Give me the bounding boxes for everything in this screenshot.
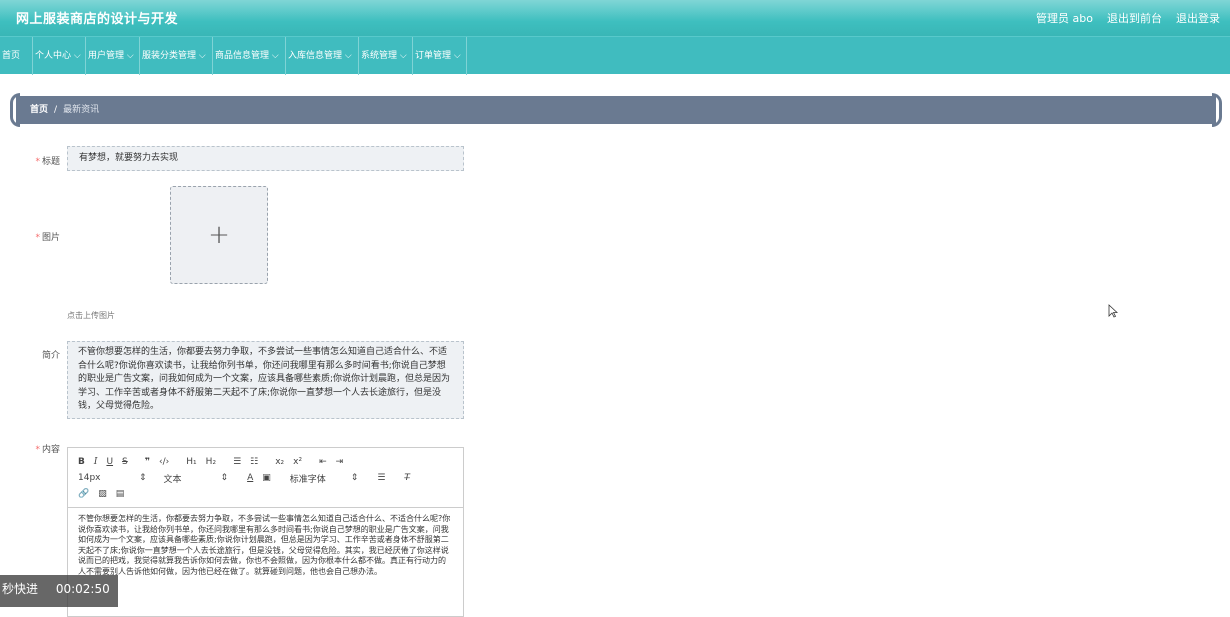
- font-size-select[interactable]: 14px: [78, 473, 130, 483]
- app-title: 网上服装商店的设计与开发: [16, 12, 179, 27]
- chevron-down-icon: ⌵: [399, 51, 407, 61]
- superscript-icon[interactable]: x²: [293, 457, 302, 467]
- required-mark: *: [35, 445, 40, 455]
- indent-icon[interactable]: ⇥: [336, 457, 344, 467]
- mouse-cursor-icon: [1108, 304, 1118, 318]
- image-icon[interactable]: ▨: [98, 489, 107, 499]
- nav-label: 商品信息管理: [215, 51, 270, 61]
- nav-product-management[interactable]: 商品信息管理 ⌵: [213, 37, 286, 75]
- nav-label: 用户管理: [88, 51, 125, 61]
- nav-label: 系统管理: [361, 51, 398, 61]
- editor-content[interactable]: 不管你想要怎样的生活，你都要去努力争取，不多尝试一些事情怎么知道自己适合什么、不…: [68, 508, 463, 584]
- user-label: 管理员 abo: [1036, 12, 1093, 25]
- rich-text-editor: B I U S ❞ ‹/› H₁ H₂ ☰ ☷ x₂ x² ⇤ ⇥ 14px ⇕…: [67, 447, 464, 617]
- breadcrumb-home[interactable]: 首页: [30, 105, 48, 115]
- playback-overlay: 秒快进 00:02:50: [0, 575, 118, 607]
- heading1-icon[interactable]: H₁: [186, 457, 196, 467]
- nav-home[interactable]: 首页: [0, 37, 33, 75]
- main-nav: 首页 个人中心 ⌵ 用户管理 ⌵ 服装分类管理 ⌵ 商品信息管理 ⌵ 入库信息管…: [0, 36, 1230, 75]
- breadcrumb-current: 最新资讯: [63, 105, 100, 115]
- nav-stock-management[interactable]: 入库信息管理 ⌵: [286, 37, 359, 75]
- code-icon[interactable]: ‹/›: [159, 457, 169, 467]
- font-family-value: 标准字体: [289, 474, 326, 485]
- back-to-frontend-link[interactable]: 退出到前台: [1107, 10, 1162, 26]
- nav-label: 服装分类管理: [142, 51, 197, 61]
- breadcrumb-bar: 首页 / 最新资讯: [16, 96, 1216, 124]
- nav-label: 个人中心: [35, 51, 72, 61]
- nav-category-management[interactable]: 服装分类管理 ⌵: [140, 37, 213, 75]
- title-label-text: 标题: [41, 157, 60, 167]
- top-header: 网上服装商店的设计与开发 管理员 abo 退出到前台 退出登录: [0, 0, 1230, 36]
- plus-icon: +: [208, 220, 230, 250]
- logout-link[interactable]: 退出登录: [1176, 10, 1220, 26]
- chevron-down-icon: ⌵: [73, 51, 81, 61]
- intro-textarea[interactable]: 不管你想要怎样的生活，你都要去努力争取，不多尝试一些事情怎么知道自己适合什么、不…: [67, 341, 464, 419]
- text-type-select[interactable]: 文本: [164, 472, 212, 485]
- fast-forward-label: 秒快进: [2, 582, 39, 596]
- italic-icon[interactable]: I: [94, 457, 98, 467]
- nav-user-management[interactable]: 用户管理 ⌵: [86, 37, 140, 75]
- nav-system-management[interactable]: 系统管理 ⌵: [359, 37, 413, 75]
- chevron-down-icon: ⌵: [271, 51, 279, 61]
- nav-label: 订单管理: [415, 51, 452, 61]
- font-size-value: 14px: [78, 473, 101, 483]
- image-label-text: 图片: [41, 233, 60, 243]
- background-color-icon[interactable]: ▣: [262, 473, 271, 483]
- breadcrumb: 首页 / 最新资讯: [10, 93, 1222, 127]
- content-label: * 内容: [20, 442, 60, 455]
- underline-icon[interactable]: U: [106, 457, 113, 467]
- title-input[interactable]: 有梦想，就要努力去实现: [67, 146, 464, 171]
- bullet-list-icon[interactable]: ☷: [250, 457, 258, 467]
- image-label: * 图片: [20, 230, 60, 243]
- upload-hint: 点击上传图片: [67, 311, 115, 320]
- editor-toolbar: B I U S ❞ ‹/› H₁ H₂ ☰ ☷ x₂ x² ⇤ ⇥ 14px ⇕…: [68, 448, 463, 508]
- required-mark: *: [35, 157, 40, 167]
- blockquote-icon[interactable]: ❞: [145, 457, 150, 467]
- title-label: * 标题: [20, 154, 60, 167]
- chevron-down-icon: ⌵: [453, 51, 461, 61]
- clear-format-icon[interactable]: T̶: [404, 473, 410, 483]
- chevron-updown-icon: ⇕: [220, 473, 229, 483]
- intro-label: 简介: [20, 348, 60, 361]
- required-mark: *: [35, 233, 40, 243]
- nav-home-label: 首页: [2, 51, 21, 61]
- chevron-updown-icon: ⇕: [139, 473, 147, 483]
- chevron-down-icon: ⌵: [344, 51, 352, 61]
- header-actions: 管理员 abo 退出到前台 退出登录: [1036, 10, 1220, 26]
- font-family-select[interactable]: 标准字体: [290, 472, 342, 485]
- nav-personal-center[interactable]: 个人中心 ⌵: [33, 37, 86, 75]
- image-upload-button[interactable]: +: [170, 186, 268, 284]
- heading2-icon[interactable]: H₂: [206, 457, 216, 467]
- nav-order-management[interactable]: 订单管理 ⌵: [413, 37, 467, 75]
- chevron-updown-icon: ⇕: [350, 473, 359, 483]
- chevron-down-icon: ⌵: [198, 51, 206, 61]
- strike-icon[interactable]: S: [122, 457, 128, 467]
- subscript-icon[interactable]: x₂: [275, 457, 284, 467]
- breadcrumb-separator: /: [54, 105, 58, 115]
- content-label-text: 内容: [41, 445, 60, 455]
- video-icon[interactable]: ▤: [116, 489, 125, 499]
- chevron-down-icon: ⌵: [126, 51, 134, 61]
- nav-label: 入库信息管理: [288, 51, 343, 61]
- link-icon[interactable]: 🔗: [78, 489, 89, 499]
- font-color-icon[interactable]: A: [247, 473, 253, 483]
- align-icon[interactable]: ☰: [377, 473, 385, 483]
- ordered-list-icon[interactable]: ☰: [233, 457, 241, 467]
- bold-icon[interactable]: B: [78, 457, 85, 467]
- outdent-icon[interactable]: ⇤: [319, 457, 327, 467]
- playback-time: 00:02:50: [55, 582, 110, 596]
- text-type-value: 文本: [163, 474, 182, 485]
- intro-label-text: 简介: [41, 351, 60, 361]
